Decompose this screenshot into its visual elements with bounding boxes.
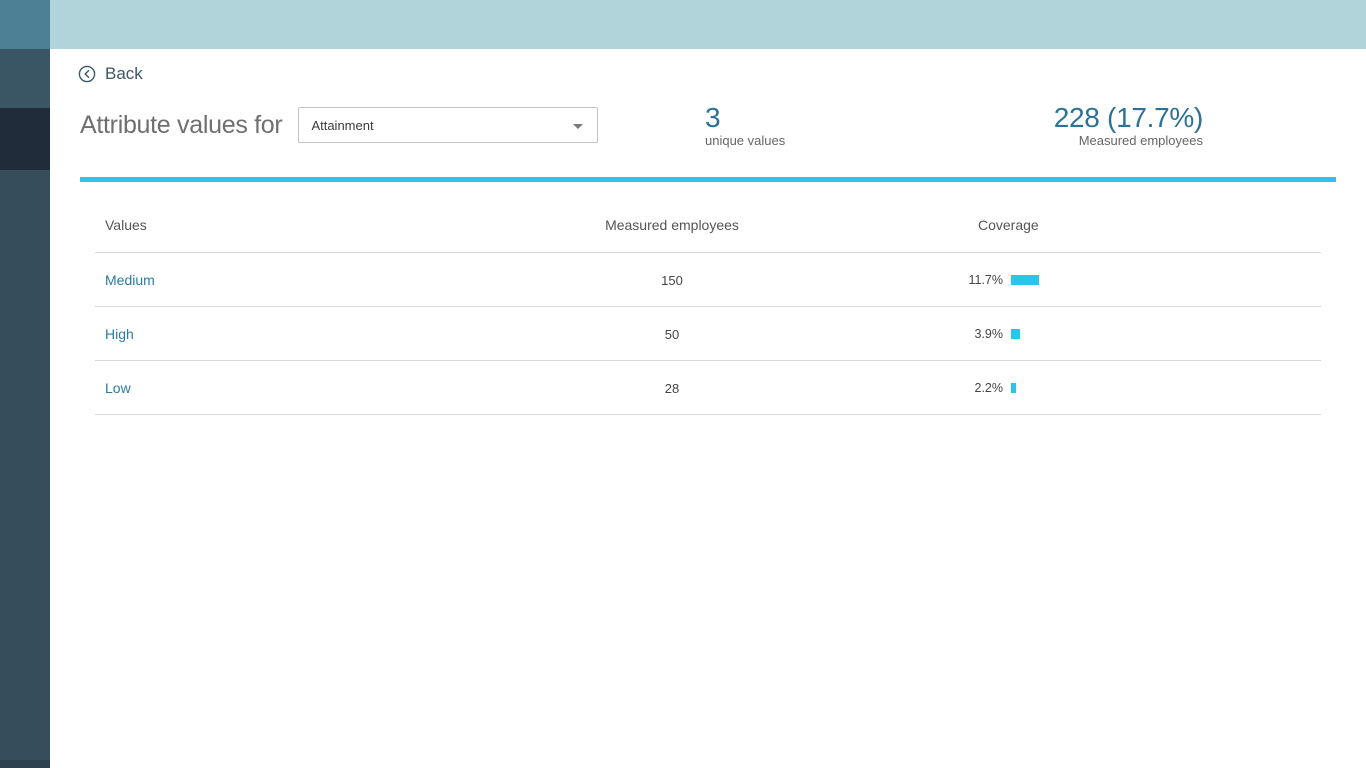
sidebar-top-segment bbox=[0, 0, 50, 49]
coverage-percent: 2.2% bbox=[933, 381, 1003, 395]
measured-employees-cell: 50 bbox=[572, 307, 772, 361]
top-app-bar bbox=[50, 0, 1366, 49]
chevron-down-icon bbox=[573, 124, 583, 129]
values-table: Values Measured employees Coverage Mediu… bbox=[95, 196, 1321, 415]
coverage-bar bbox=[1011, 383, 1016, 393]
table-row: Low 28 2.2% bbox=[95, 361, 1321, 415]
coverage-percent: 3.9% bbox=[933, 327, 1003, 341]
attribute-dropdown-value: Attainment bbox=[311, 118, 373, 133]
page-title: Attribute values for bbox=[80, 111, 282, 140]
sidebar-bottom-strip bbox=[0, 760, 50, 768]
menu-button[interactable] bbox=[0, 49, 50, 108]
measured-employees-cell: 28 bbox=[572, 361, 772, 415]
circle-chevron-left-icon bbox=[78, 65, 96, 83]
coverage-cell: 3.9% bbox=[933, 307, 1020, 361]
unique-values-stat: 3 unique values bbox=[705, 103, 785, 148]
table-row: High 50 3.9% bbox=[95, 307, 1321, 361]
accent-divider bbox=[80, 177, 1336, 182]
column-header-coverage: Coverage bbox=[978, 196, 1039, 253]
coverage-cell: 2.2% bbox=[933, 361, 1016, 415]
table-body: Medium 150 11.7% High 50 3.9% Low 28 2.2… bbox=[95, 253, 1321, 415]
column-header-values: Values bbox=[105, 196, 147, 253]
measured-employees-stat: 228 (17.7%) Measured employees bbox=[1054, 103, 1203, 148]
measured-employees-count: 228 (17.7%) bbox=[1054, 103, 1203, 132]
table-header-row: Values Measured employees Coverage bbox=[95, 196, 1321, 253]
coverage-percent: 11.7% bbox=[933, 273, 1003, 287]
back-button[interactable]: Back bbox=[78, 64, 143, 84]
back-label: Back bbox=[105, 64, 143, 84]
value-link[interactable]: High bbox=[105, 307, 134, 361]
unique-values-count: 3 bbox=[705, 103, 785, 132]
coverage-cell: 11.7% bbox=[933, 253, 1039, 307]
table-row: Medium 150 11.7% bbox=[95, 253, 1321, 307]
sidebar-active-item[interactable] bbox=[0, 108, 50, 170]
coverage-bar bbox=[1011, 275, 1039, 285]
value-link[interactable]: Medium bbox=[105, 253, 155, 307]
measured-employees-label: Measured employees bbox=[1054, 133, 1203, 148]
attribute-dropdown[interactable]: Attainment bbox=[298, 107, 598, 143]
measured-employees-cell: 150 bbox=[572, 253, 772, 307]
column-header-measured-employees: Measured employees bbox=[572, 196, 772, 253]
coverage-bar bbox=[1011, 329, 1020, 339]
unique-values-label: unique values bbox=[705, 133, 785, 148]
value-link[interactable]: Low bbox=[105, 361, 131, 415]
sidebar bbox=[0, 0, 50, 768]
